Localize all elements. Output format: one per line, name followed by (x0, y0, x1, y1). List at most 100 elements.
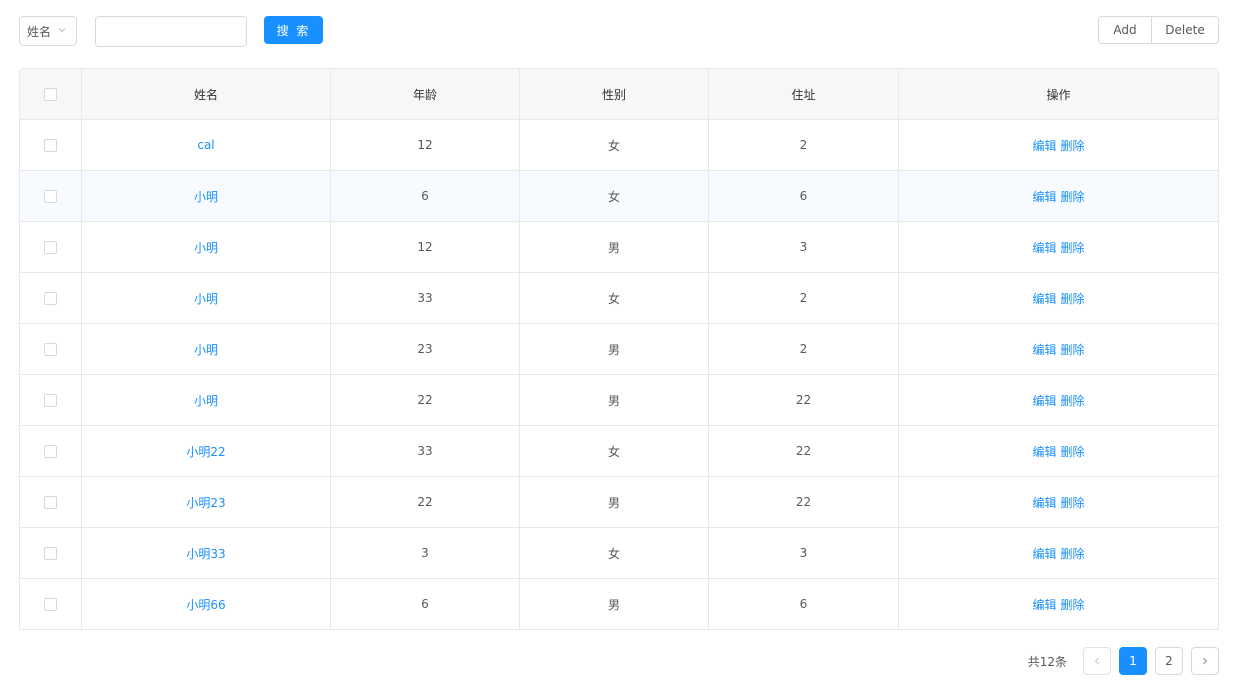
page-button-2[interactable]: 2 (1155, 647, 1183, 675)
chevron-right-icon (1203, 657, 1208, 665)
address-cell: 2 (709, 324, 899, 374)
row-checkbox[interactable] (44, 495, 57, 509)
delete-link[interactable]: 删除 (1061, 494, 1085, 511)
chevron-left-icon (1094, 657, 1099, 665)
table-row: 小明23 22 男 22 编辑 删除 (20, 477, 1218, 528)
edit-link[interactable]: 编辑 (1032, 392, 1056, 409)
row-checkbox[interactable] (44, 597, 57, 611)
name-link[interactable]: 小明23 (186, 494, 225, 511)
edit-link[interactable]: 编辑 (1032, 545, 1056, 562)
row-actions: 编辑 删除 (1032, 494, 1084, 511)
name-link[interactable]: 小明 (194, 188, 218, 205)
row-checkbox[interactable] (44, 189, 57, 203)
edit-link[interactable]: 编辑 (1032, 443, 1056, 460)
name-link[interactable]: 小明 (194, 239, 218, 256)
row-select-cell (20, 324, 82, 374)
search-button[interactable]: 搜 索 (264, 16, 323, 44)
delete-link[interactable]: 删除 (1061, 137, 1085, 154)
page-button-1[interactable]: 1 (1119, 647, 1147, 675)
age-cell: 23 (331, 324, 520, 374)
action-button-group: Add Delete (1098, 16, 1219, 44)
delete-link[interactable]: 删除 (1061, 443, 1085, 460)
row-actions: 编辑 删除 (1032, 341, 1084, 358)
row-checkbox[interactable] (44, 138, 57, 152)
data-table: 姓名 年龄 性别 住址 操作 cal 12 女 2 编辑 删除 小明 6 女 6 … (19, 68, 1219, 630)
row-actions: 编辑 删除 (1032, 392, 1084, 409)
age-cell: 6 (331, 171, 520, 221)
name-cell: 小明 (82, 375, 331, 425)
name-cell: 小明33 (82, 528, 331, 578)
row-actions: 编辑 删除 (1032, 596, 1084, 613)
search-field-select[interactable]: 姓名 (19, 16, 77, 46)
actions-cell: 编辑 删除 (899, 426, 1218, 476)
row-select-cell (20, 477, 82, 527)
name-cell: 小明23 (82, 477, 331, 527)
actions-cell: 编辑 删除 (899, 273, 1218, 323)
gender-cell: 女 (520, 426, 709, 476)
actions-cell: 编辑 删除 (899, 579, 1218, 629)
name-link[interactable]: cal (197, 138, 214, 152)
age-cell: 6 (331, 579, 520, 629)
row-select-cell (20, 375, 82, 425)
next-page-button[interactable] (1191, 647, 1219, 675)
row-select-cell (20, 171, 82, 221)
name-cell: 小明66 (82, 579, 331, 629)
edit-link[interactable]: 编辑 (1032, 290, 1056, 307)
delete-button[interactable]: Delete (1151, 16, 1219, 44)
row-checkbox[interactable] (44, 240, 57, 254)
row-checkbox[interactable] (44, 546, 57, 560)
address-cell: 6 (709, 579, 899, 629)
row-checkbox[interactable] (44, 393, 57, 407)
row-actions: 编辑 删除 (1032, 443, 1084, 460)
row-actions: 编辑 删除 (1032, 290, 1084, 307)
name-link[interactable]: 小明 (194, 341, 218, 358)
row-checkbox[interactable] (44, 342, 57, 356)
delete-link[interactable]: 删除 (1061, 392, 1085, 409)
search-input[interactable] (95, 16, 247, 47)
table-row: cal 12 女 2 编辑 删除 (20, 120, 1218, 171)
name-cell: cal (82, 120, 331, 170)
edit-link[interactable]: 编辑 (1032, 239, 1056, 256)
edit-link[interactable]: 编辑 (1032, 494, 1056, 511)
delete-link[interactable]: 删除 (1061, 596, 1085, 613)
header-actions: 操作 (1046, 87, 1071, 102)
prev-page-button[interactable] (1083, 647, 1111, 675)
actions-cell: 编辑 删除 (899, 120, 1218, 170)
row-checkbox[interactable] (44, 444, 57, 458)
delete-link[interactable]: 删除 (1061, 290, 1085, 307)
name-cell: 小明 (82, 222, 331, 272)
delete-link[interactable]: 删除 (1061, 341, 1085, 358)
actions-cell: 编辑 删除 (899, 375, 1218, 425)
delete-link[interactable]: 删除 (1061, 188, 1085, 205)
select-all-checkbox[interactable] (44, 87, 57, 101)
edit-link[interactable]: 编辑 (1032, 596, 1056, 613)
table-row: 小明 6 女 6 编辑 删除 (20, 171, 1218, 222)
address-cell: 2 (709, 120, 899, 170)
search-field-select-value: 姓名 (27, 24, 52, 39)
gender-cell: 男 (520, 375, 709, 425)
edit-link[interactable]: 编辑 (1032, 137, 1056, 154)
actions-cell: 编辑 删除 (899, 324, 1218, 374)
row-select-cell (20, 273, 82, 323)
delete-link[interactable]: 删除 (1061, 239, 1085, 256)
delete-link[interactable]: 删除 (1061, 545, 1085, 562)
edit-link[interactable]: 编辑 (1032, 188, 1056, 205)
header-name: 姓名 (82, 69, 331, 119)
address-cell: 3 (709, 222, 899, 272)
name-link[interactable]: 小明22 (186, 443, 225, 460)
age-cell: 33 (331, 273, 520, 323)
add-button[interactable]: Add (1098, 16, 1152, 44)
name-link[interactable]: 小明66 (186, 596, 225, 613)
name-link[interactable]: 小明 (194, 392, 218, 409)
name-cell: 小明 (82, 324, 331, 374)
gender-cell: 男 (520, 579, 709, 629)
name-link[interactable]: 小明33 (186, 545, 225, 562)
table-row: 小明 12 男 3 编辑 删除 (20, 222, 1218, 273)
edit-link[interactable]: 编辑 (1032, 341, 1056, 358)
row-checkbox[interactable] (44, 291, 57, 305)
gender-cell: 女 (520, 120, 709, 170)
name-link[interactable]: 小明 (194, 290, 218, 307)
address-cell: 22 (709, 375, 899, 425)
toolbar: 姓名 搜 索 Add Delete (0, 0, 1256, 60)
row-actions: 编辑 删除 (1032, 545, 1084, 562)
